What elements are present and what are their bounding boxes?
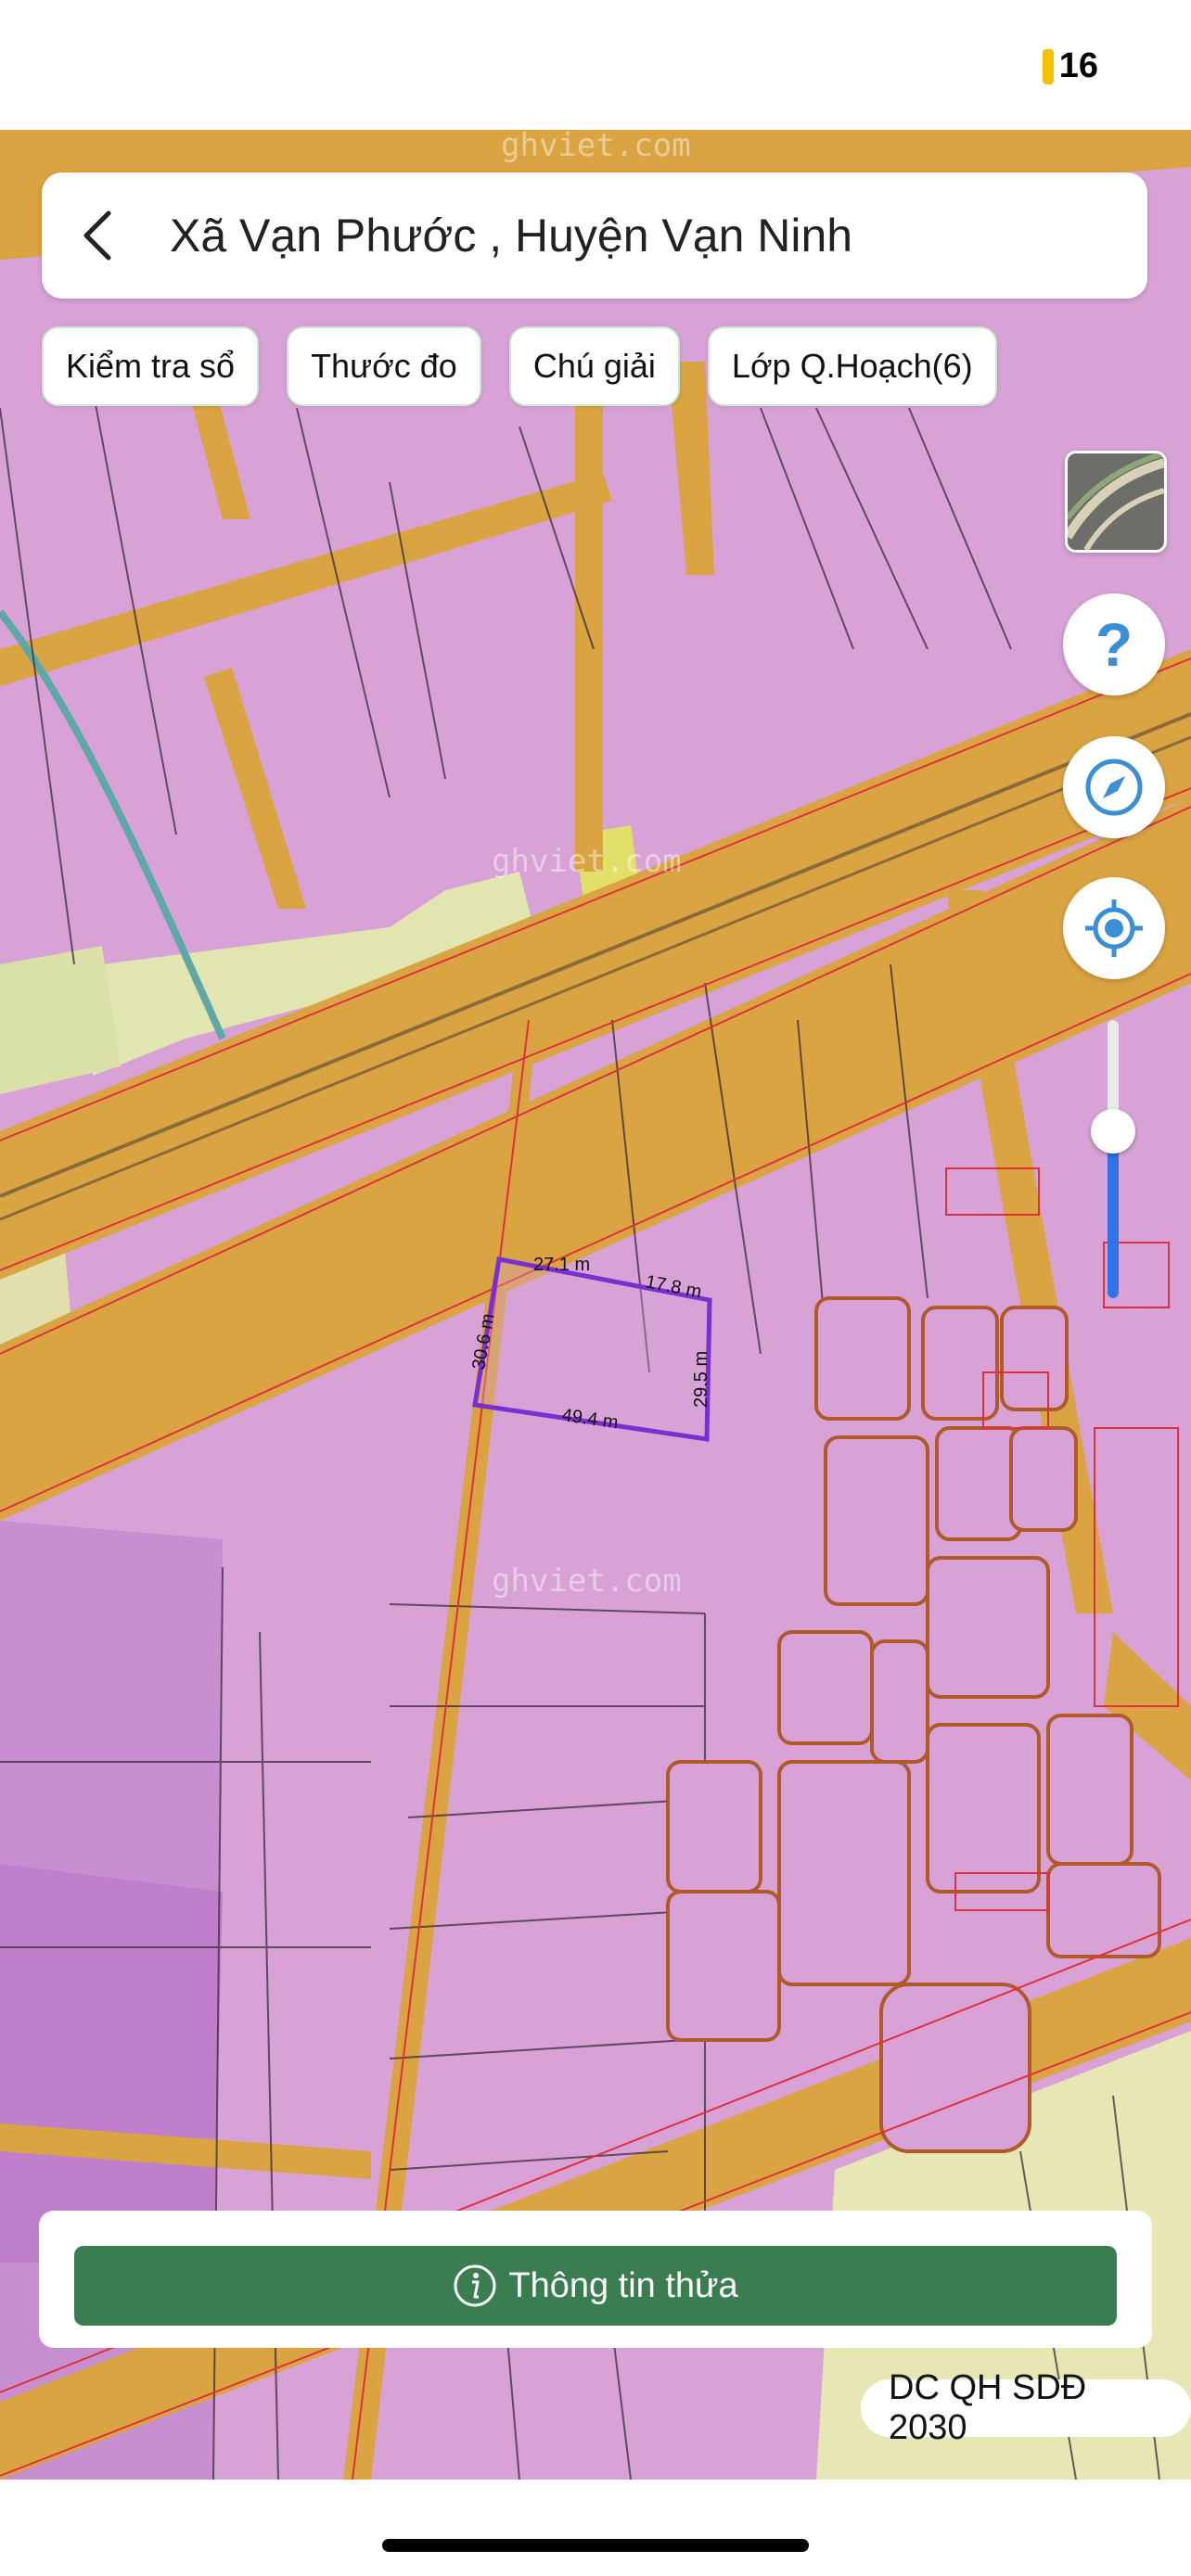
location-header[interactable]: Xã Vạn Phước , Huyện Vạn Ninh	[42, 172, 1147, 299]
bottom-panel: Thông tin thửa	[39, 2211, 1152, 2348]
chevron-left-icon[interactable]	[79, 172, 162, 299]
map-view[interactable]: ghviet.com ghviet.com ghviet.com 27.1 m …	[0, 130, 1191, 2480]
my-location-button[interactable]	[1063, 877, 1165, 979]
status-bar: 16	[0, 0, 1191, 130]
battery-indicator: 16	[1042, 46, 1098, 86]
plan-badge[interactable]: DC QH SDĐ 2030	[861, 2368, 1191, 2447]
compass-button[interactable]	[1063, 736, 1165, 838]
help-button[interactable]: ?	[1063, 593, 1165, 695]
parcel-info-button[interactable]: Thông tin thửa	[74, 2246, 1117, 2326]
check-certificate-button[interactable]: Kiểm tra sổ	[42, 326, 260, 406]
location-title: Xã Vạn Phước , Huyện Vạn Ninh	[170, 210, 853, 261]
question-icon: ?	[1095, 612, 1133, 677]
basemap-toggle-button[interactable]	[1065, 451, 1167, 553]
battery-icon	[1042, 48, 1054, 84]
zoom-slider[interactable]	[1091, 1020, 1135, 1298]
map-toolbar: Kiểm tra sổ Thước đo Chú giải Lớp Q.Hoạc…	[42, 326, 997, 406]
locate-icon	[1085, 899, 1143, 957]
measure-tool-button[interactable]: Thước đo	[287, 326, 481, 406]
home-indicator[interactable]	[382, 2539, 809, 2552]
legend-button[interactable]: Chú giải	[508, 326, 680, 406]
map-watermark: ghviet.com	[501, 130, 691, 164]
parcel-edge-north-west-length: 27.1 m	[533, 1255, 590, 1275]
parcel-info-label: Thông tin thửa	[508, 2265, 738, 2305]
map-watermark: ghviet.com	[492, 843, 682, 880]
battery-level: 16	[1058, 46, 1098, 85]
zoom-slider-handle[interactable]	[1091, 1109, 1135, 1154]
info-icon	[454, 2264, 496, 2307]
satellite-thumbnail-icon	[1068, 453, 1164, 550]
svg-text:?: ?	[1095, 612, 1133, 677]
map-watermark: ghviet.com	[492, 1562, 682, 1600]
map-canvas[interactable]: ghviet.com ghviet.com ghviet.com 27.1 m …	[0, 130, 1191, 2480]
compass-icon	[1085, 759, 1143, 816]
parcel-edge-east-length: 29.5 m	[691, 1351, 711, 1408]
planning-layer-button[interactable]: Lớp Q.Hoạch(6)	[707, 326, 997, 406]
zoom-slider-fill	[1108, 1131, 1119, 1298]
